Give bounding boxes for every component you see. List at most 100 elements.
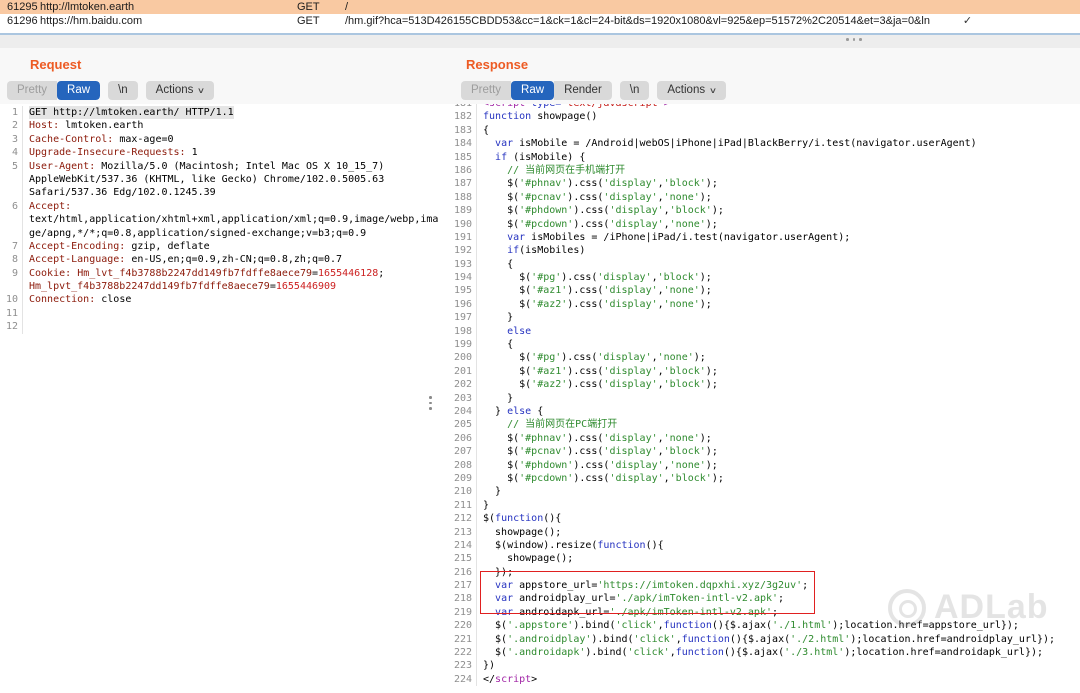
line-number: 199: [448, 338, 477, 351]
tab-render[interactable]: Render: [554, 81, 612, 100]
proxy-history-row[interactable]: 61296https://hm.baidu.comGET/hm.gif?hca=…: [0, 14, 1080, 29]
code-line: ge/apng,*/*;q=0.8,application/signed-exc…: [0, 227, 448, 240]
line-number: [0, 227, 23, 240]
code-line: 202 $('#az2').css('display','block');: [448, 378, 1080, 391]
code-line: AppleWebKit/537.36 (KHTML, like Gecko) C…: [0, 173, 448, 186]
code-line: 8Accept-Language: en-US,en;q=0.9,zh-CN;q…: [0, 253, 448, 266]
line-number: 202: [448, 378, 477, 391]
code-line: 204 } else {: [448, 405, 1080, 418]
code-line: 1GET http://lmtoken.earth/ HTTP/1.1: [0, 106, 448, 119]
line-number: 208: [448, 459, 477, 472]
line-number: 192: [448, 244, 477, 257]
line-number: 190: [448, 218, 477, 231]
proxy-history-table: 61295http://lmtoken.earthGET/61296https:…: [0, 0, 1080, 29]
tab-newline[interactable]: \n: [108, 81, 138, 100]
line-number: 213: [448, 526, 477, 539]
code-line: 184 var isMobile = /Android|webOS|iPhone…: [448, 137, 1080, 150]
line-number: 2: [0, 119, 23, 132]
cell-extra: [1005, 14, 1080, 28]
line-number: 182: [448, 110, 477, 123]
actions-dropdown[interactable]: Actions∨: [146, 81, 215, 100]
tab-newline[interactable]: \n: [620, 81, 650, 100]
line-number: 10: [0, 293, 23, 306]
line-number: [0, 280, 23, 293]
code-line: 5User-Agent: Mozilla/5.0 (Macintosh; Int…: [0, 160, 448, 173]
code-line: 209 $('#pcdown').css('display','block');: [448, 472, 1080, 485]
cell-method: GET: [297, 0, 345, 14]
params-check: ✓: [930, 14, 1005, 28]
code-line: 217 var appstore_url='https://imtoken.dq…: [448, 579, 1080, 592]
line-number: 217: [448, 579, 477, 592]
line-number: 215: [448, 552, 477, 565]
code-line: 190 $('#pcdown').css('display','none');: [448, 218, 1080, 231]
cell-host: https://hm.baidu.com: [40, 14, 297, 28]
line-number: 8: [0, 253, 23, 266]
code-line: 222 $('.androidapk').bind('click',functi…: [448, 646, 1080, 659]
code-line: 197 }: [448, 311, 1080, 324]
line-number: 183: [448, 124, 477, 137]
line-number: 196: [448, 298, 477, 311]
code-line: 208 $('#phdown').css('display','none');: [448, 459, 1080, 472]
code-line: 224</script>: [448, 673, 1080, 686]
code-line: 7Accept-Encoding: gzip, deflate: [0, 240, 448, 253]
code-line: 10Connection: close: [0, 293, 448, 306]
line-number: 206: [448, 432, 477, 445]
cell-id: 61296: [0, 14, 40, 28]
line-number: 223: [448, 659, 477, 672]
tab-raw[interactable]: Raw: [511, 81, 554, 100]
chevron-down-icon: ∨: [197, 81, 205, 100]
line-number: 211: [448, 499, 477, 512]
code-line: 220 $('.appstore').bind('click',function…: [448, 619, 1080, 632]
code-line: 205 // 当前网页在PC端打开: [448, 418, 1080, 431]
line-number: 219: [448, 606, 477, 619]
code-line: 186 // 当前网页在手机端打开: [448, 164, 1080, 177]
proxy-history-row[interactable]: 61295http://lmtoken.earthGET/: [0, 0, 1080, 14]
code-line: 183{: [448, 124, 1080, 137]
request-editor[interactable]: 1GET http://lmtoken.earth/ HTTP/1.12Host…: [0, 106, 448, 345]
line-number: 186: [448, 164, 477, 177]
cell-extra: [1005, 0, 1080, 14]
burp-proxy-screen: 61295http://lmtoken.earthGET/61296https:…: [0, 0, 1080, 693]
code-line: 219 var androidapk_url='./apk/imToken-in…: [448, 606, 1080, 619]
tab-pretty[interactable]: Pretty: [7, 81, 57, 100]
code-line: 191 var isMobiles = /iPhone|iPad/i.test(…: [448, 231, 1080, 244]
cell-method: GET: [297, 14, 345, 28]
code-line: Safari/537.36 Edg/102.0.1245.39: [0, 186, 448, 199]
line-number: 221: [448, 633, 477, 646]
code-line: text/html,application/xhtml+xml,applicat…: [0, 213, 448, 226]
panel-splitter-handle[interactable]: [429, 396, 432, 410]
code-line: 221 $('.androidplay').bind('click',funct…: [448, 633, 1080, 646]
line-number: [0, 186, 23, 199]
horizontal-splitter[interactable]: [0, 28, 1080, 48]
tab-pretty[interactable]: Pretty: [461, 81, 511, 100]
code-line: 215 showpage();: [448, 552, 1080, 565]
code-line: 4Upgrade-Insecure-Requests: 1: [0, 146, 448, 159]
actions-dropdown[interactable]: Actions∨: [657, 81, 726, 100]
line-number: 12: [0, 320, 23, 333]
line-number: 5: [0, 160, 23, 173]
cell-host: http://lmtoken.earth: [40, 0, 297, 14]
request-panel-title: Request: [30, 57, 81, 72]
code-line: 194 $('#pg').css('display','block');: [448, 271, 1080, 284]
code-line: 185 if (isMobile) {: [448, 151, 1080, 164]
line-number: 201: [448, 365, 477, 378]
line-number: 218: [448, 592, 477, 605]
code-line: 195 $('#az1').css('display','none');: [448, 284, 1080, 297]
splitter-drag-handle-icon[interactable]: [846, 38, 862, 41]
request-tabs: PrettyRaw \n Actions∨: [7, 81, 214, 100]
line-number: [0, 173, 23, 186]
line-number: 200: [448, 351, 477, 364]
line-number: 222: [448, 646, 477, 659]
code-line: 187 $('#phnav').css('display','block');: [448, 177, 1080, 190]
code-line: 201 $('#az1').css('display','block');: [448, 365, 1080, 378]
tab-raw[interactable]: Raw: [57, 81, 100, 100]
code-line: 196 $('#az2').css('display','none');: [448, 298, 1080, 311]
line-number: [0, 213, 23, 226]
line-number: 203: [448, 392, 477, 405]
line-number: 220: [448, 619, 477, 632]
line-number: 204: [448, 405, 477, 418]
splitter-band: [0, 35, 1080, 49]
line-number: 209: [448, 472, 477, 485]
response-editor[interactable]: 181<script type="text/javascript">182fun…: [448, 104, 1080, 693]
line-number: 11: [0, 307, 23, 320]
